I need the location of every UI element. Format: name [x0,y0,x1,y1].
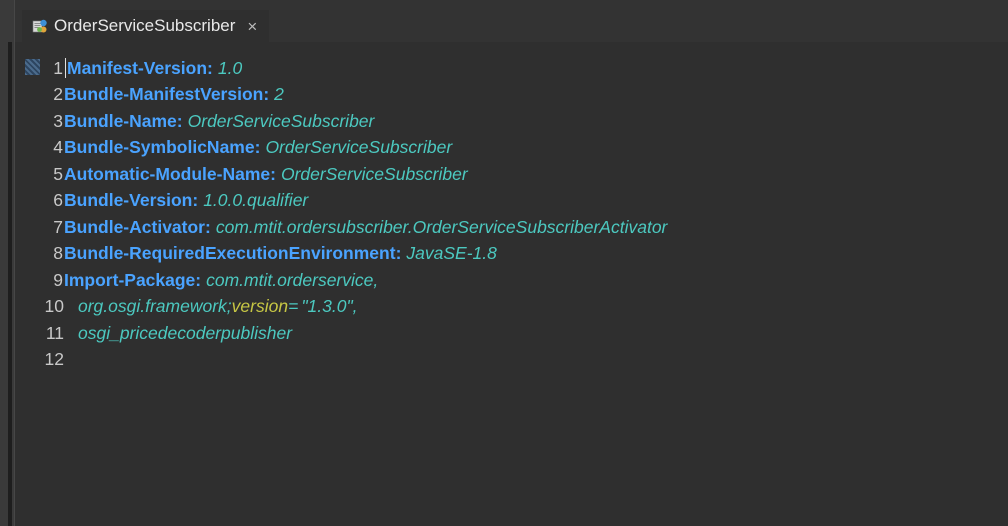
manifest-value: 2 [274,84,284,105]
manifest-value: OrderServiceSubscriber [280,163,468,184]
manifest-key: Import-Package [64,269,196,290]
manifest-value: com.mtit.orderservice, [206,269,379,290]
manifest-key: Bundle-Activator [64,216,205,237]
left-gutter-edge [8,42,12,526]
line-number: 4 [53,137,63,158]
line-number: 11 [45,322,64,343]
tab-bar: OrderServiceSubscriber × [0,0,1008,42]
separator: : [207,57,213,78]
manifest-key: Bundle-Version [64,190,193,211]
tab-title: OrderServiceSubscriber [54,16,236,35]
tab-order-service-subscriber[interactable]: OrderServiceSubscriber × [22,10,270,42]
line-number: 10 [44,296,64,317]
separator: : [195,269,202,290]
code-line: 7 Bundle-Activator: com.mtit.ordersubscr… [24,214,1008,241]
separator: : [192,190,199,211]
package-name: osgi_pricedecoderpublisher [78,322,293,343]
separator: : [395,243,402,264]
text-caret [65,58,66,79]
line-number: 7 [53,216,63,237]
manifest-key: Bundle-SymbolicName [64,137,255,158]
code-line: 4 Bundle-SymbolicName: OrderServiceSubsc… [24,135,1008,162]
manifest-value: JavaSE-1.8 [406,243,497,264]
code-line: 12 [24,347,1008,374]
code-line: 9 Import-Package: com.mtit.orderservice, [24,267,1008,294]
line-number: 3 [53,110,63,131]
code-line: 11 osgi_pricedecoderpublisher [24,320,1008,347]
manifest-key: Bundle-RequiredExecutionEnvironment [64,243,396,264]
separator: : [204,216,211,237]
editor-window: OrderServiceSubscriber × 1 Manifest-Vers… [0,0,1008,526]
line-number: 12 [44,349,64,370]
manifest-value: OrderServiceSubscriber [187,110,375,131]
separator: : [254,137,261,158]
separator: : [176,110,183,131]
code-line: 3 Bundle-Name: OrderServiceSubscriber [24,108,1008,135]
line-number: 8 [53,243,63,264]
manifest-key: Manifest-Version [67,57,208,78]
code-line: 1 Manifest-Version: 1.0 [24,55,1008,82]
code-line: 8 Bundle-RequiredExecutionEnvironment: J… [24,241,1008,268]
line-number: 2 [53,84,63,105]
manifest-value: OrderServiceSubscriber [265,137,453,158]
separator: : [270,163,276,184]
package-name: org.osgi.framework; [78,296,232,317]
manifest-key: Automatic-Module-Name [64,163,271,184]
code-line: 5 Automatic-Module-Name: OrderServiceSub… [24,161,1008,188]
manifest-key: Bundle-Name [64,110,177,131]
separator: : [263,84,270,105]
attribute-value: "1.3.0", [301,296,358,317]
manifest-value: 1.0 [217,57,243,78]
code-editor[interactable]: 1 Manifest-Version: 1.0 2 Bundle-Manifes… [24,55,1008,526]
code-line: 10 org.osgi.framework; version = "1.3.0", [24,294,1008,321]
line-number: 6 [53,190,63,211]
attribute-name: version [231,296,289,317]
line-number: 1 [53,57,63,78]
code-line: 2 Bundle-ManifestVersion: 2 [24,82,1008,109]
manifest-key: Bundle-ManifestVersion [64,84,264,105]
manifest-value: 1.0.0.qualifier [203,190,309,211]
manifest-file-icon [32,18,48,34]
equals-sign: = [288,296,299,317]
line-number: 9 [53,269,63,290]
line-number: 5 [53,163,63,184]
close-icon[interactable]: × [247,18,257,35]
code-line: 6 Bundle-Version: 1.0.0.qualifier [24,188,1008,215]
manifest-value: com.mtit.ordersubscriber.OrderServiceSub… [215,216,668,237]
